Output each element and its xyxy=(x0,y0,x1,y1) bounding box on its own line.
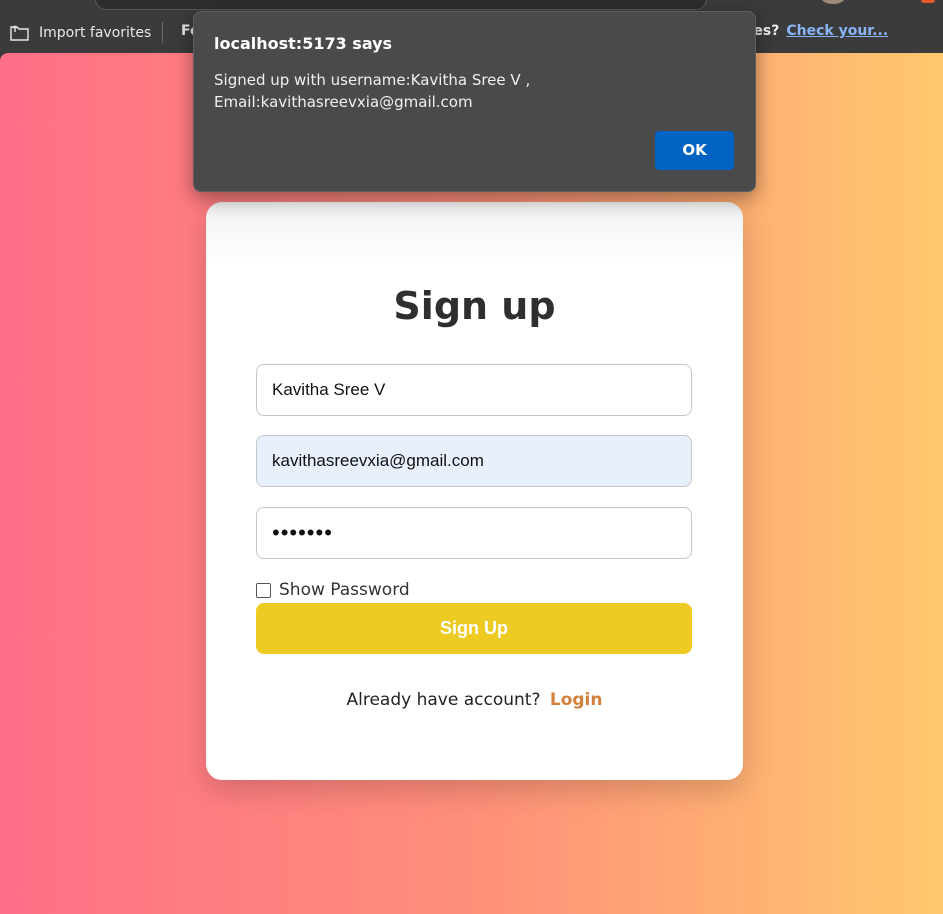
import-favorites-label: Import favorites xyxy=(39,25,152,41)
import-favorites-button[interactable]: Import favorites xyxy=(9,22,151,44)
email-input[interactable] xyxy=(256,435,692,487)
address-bar[interactable] xyxy=(95,0,707,10)
favorites-separator xyxy=(162,22,163,43)
signup-button[interactable]: Sign Up xyxy=(256,603,692,654)
password-input[interactable] xyxy=(256,507,692,559)
signup-heading: Sign up xyxy=(393,284,556,328)
login-prompt: Already have account? Login xyxy=(206,690,743,710)
signup-card: Sign up Show Password Sign Up Already ha… xyxy=(206,202,743,780)
import-folder-icon xyxy=(9,23,31,43)
username-input[interactable] xyxy=(256,364,692,416)
favorites-prompt: rites? Check your... xyxy=(735,23,888,39)
dialog-message-line1: Signed up with username:Kavitha Sree V , xyxy=(214,71,531,89)
card-top-shade xyxy=(206,202,743,262)
extension-icon[interactable] xyxy=(921,0,935,3)
login-prompt-text: Already have account? xyxy=(346,690,541,710)
login-link[interactable]: Login xyxy=(550,690,603,710)
show-password-checkbox[interactable] xyxy=(256,582,271,598)
check-your-link[interactable]: Check your... xyxy=(786,23,888,39)
profile-avatar[interactable] xyxy=(822,0,844,4)
dialog-title: localhost:5173 says xyxy=(214,34,393,53)
dialog-message: Signed up with username:Kavitha Sree V ,… xyxy=(214,69,734,113)
dialog-ok-button[interactable]: OK xyxy=(655,131,734,170)
show-password-label[interactable]: Show Password xyxy=(279,580,410,600)
alert-dialog: localhost:5173 says Signed up with usern… xyxy=(193,11,756,192)
dialog-message-line2: Email:kavithasreevxia@gmail.com xyxy=(214,93,473,111)
show-password-row: Show Password xyxy=(256,580,410,600)
